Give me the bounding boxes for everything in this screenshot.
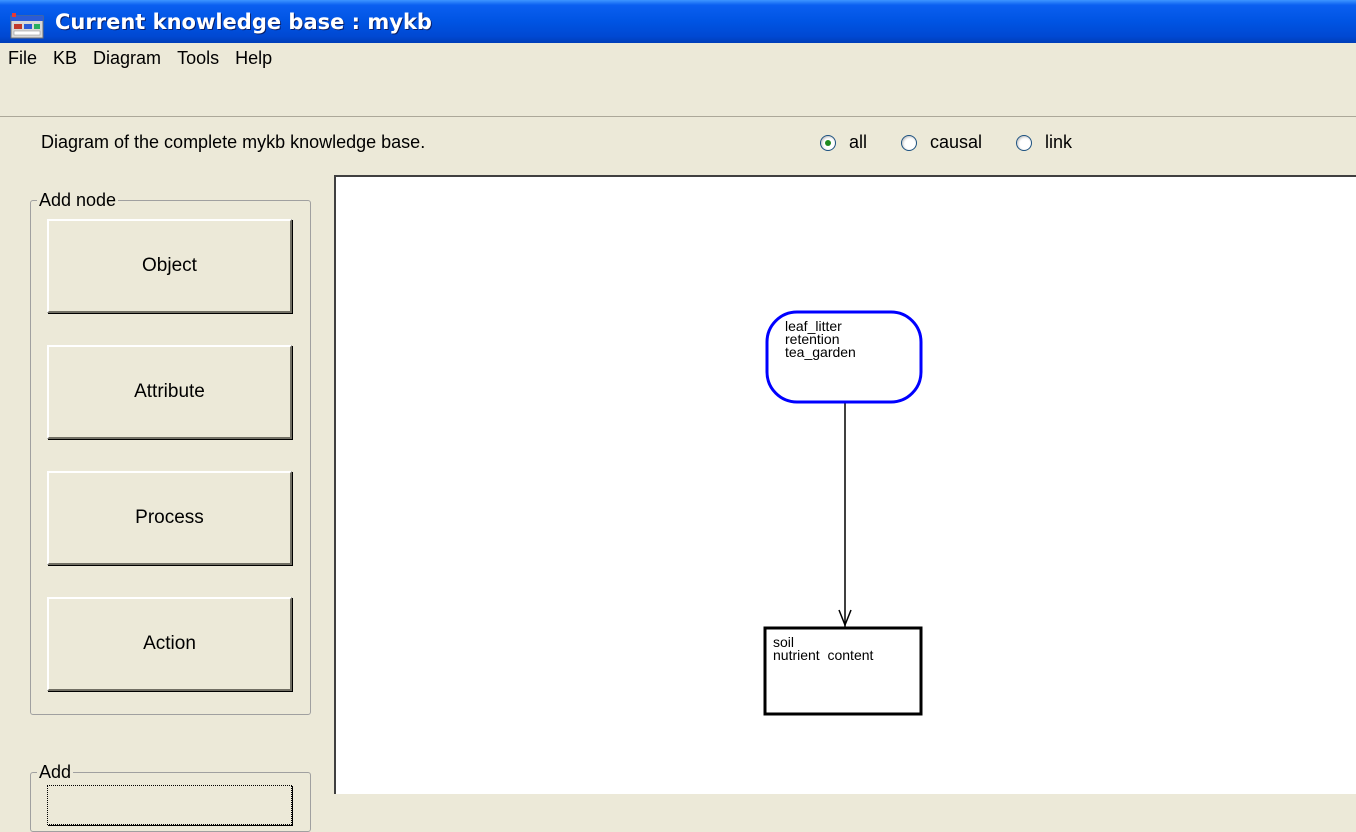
attribute-button[interactable]: Attribute: [47, 345, 292, 439]
menu-kb[interactable]: KB: [45, 48, 85, 69]
radio-all-indicator[interactable]: [820, 134, 836, 151]
radio-link[interactable]: link: [1016, 132, 1072, 153]
diagram-header: Diagram of the complete mykb knowledge b…: [0, 118, 1356, 158]
radio-all[interactable]: all: [820, 132, 867, 153]
diagram-svg: [763, 310, 923, 716]
menu-diagram[interactable]: Diagram: [85, 48, 169, 69]
node-2-line-2: nutrient_content: [773, 649, 874, 662]
node-2-line-1: soil: [773, 634, 795, 650]
object-button[interactable]: Object: [47, 219, 292, 313]
diagram-canvas[interactable]: leaf_litter retention tea_garden soil nu…: [334, 175, 1356, 794]
menu-file[interactable]: File: [0, 48, 45, 69]
process-button[interactable]: Process: [47, 471, 292, 565]
add-link-button[interactable]: [47, 785, 292, 825]
menu-help[interactable]: Help: [227, 48, 280, 69]
add-node-label: Add node: [37, 190, 119, 211]
app-icon[interactable]: [10, 13, 44, 39]
menu-tools[interactable]: Tools: [169, 48, 227, 69]
radio-causal-label[interactable]: causal: [930, 132, 982, 153]
action-button[interactable]: Action: [47, 597, 292, 691]
node-1-line-3: tea_garden: [785, 344, 856, 360]
add-group-label: Add: [37, 762, 74, 783]
diagram-description: Diagram of the complete mykb knowledge b…: [41, 132, 426, 152]
radio-link-label[interactable]: link: [1045, 132, 1072, 153]
add-group: Add: [30, 762, 311, 832]
radio-link-indicator[interactable]: [1016, 134, 1033, 151]
radio-all-label[interactable]: all: [849, 132, 867, 153]
radio-causal[interactable]: causal: [901, 132, 982, 153]
title-bar: Current knowledge base : mykb: [0, 0, 1356, 43]
window-title: Current knowledge base : mykb: [55, 10, 432, 34]
radio-causal-indicator[interactable]: [901, 134, 918, 151]
left-panel: Add node Object Attribute Process Action…: [0, 158, 330, 832]
add-node-group: Add node Object Attribute Process Action: [30, 190, 311, 715]
filter-radio-group: all causal link: [820, 132, 1106, 153]
menu-bar: File KB Diagram Tools Help: [0, 48, 1356, 117]
